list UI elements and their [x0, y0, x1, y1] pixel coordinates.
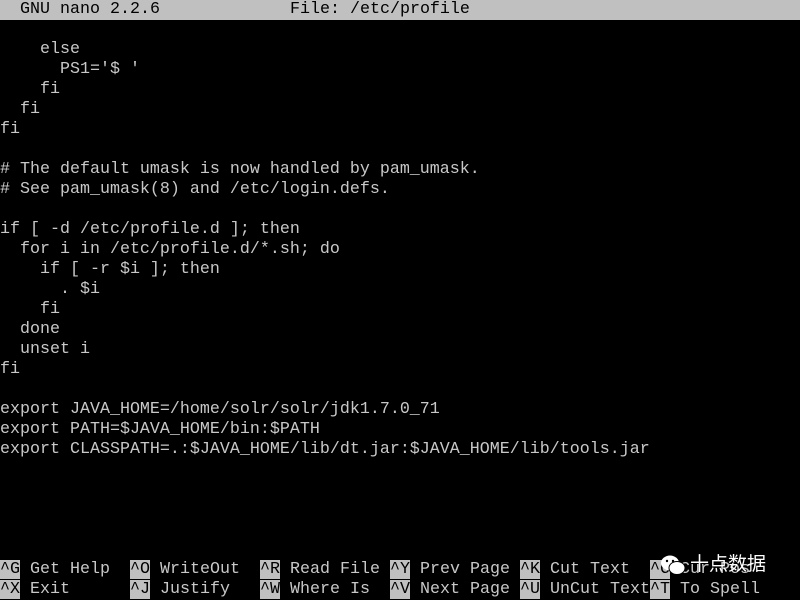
shortcut-next-page[interactable]: ^V Next Page	[390, 580, 510, 600]
shortcut-label: UnCut Text	[550, 580, 650, 599]
editor-line[interactable]: else	[0, 40, 800, 60]
shortcut-label: Where Is	[290, 580, 370, 599]
shortcut-key: ^R	[260, 560, 280, 579]
shortcut-key: ^Y	[390, 560, 410, 579]
editor-line[interactable]: unset i	[0, 340, 800, 360]
editor-line[interactable]: fi	[0, 300, 800, 320]
editor-line[interactable]: PS1='$ '	[0, 60, 800, 80]
shortcut-key: ^G	[0, 560, 20, 579]
shortcut-label: Justify	[160, 580, 230, 599]
editor-line[interactable]: fi	[0, 120, 800, 140]
editor-line[interactable]: fi	[0, 100, 800, 120]
shortcut-justify[interactable]: ^J Justify	[130, 580, 230, 600]
editor-line[interactable]: # See pam_umask(8) and /etc/login.defs.	[0, 180, 800, 200]
editor-line[interactable]: fi	[0, 360, 800, 380]
shortcut-key: ^X	[0, 580, 20, 599]
shortcut-key: ^V	[390, 580, 410, 599]
shortcut-writeout[interactable]: ^O WriteOut	[130, 560, 240, 580]
shortcut-label: Next Page	[420, 580, 510, 599]
shortcut-label: Cut Text	[550, 560, 630, 579]
editor-area[interactable]: else PS1='$ ' fi fi fi # The default umask…	[0, 40, 800, 460]
editor-line[interactable]: export PATH=$JAVA_HOME/bin:$PATH	[0, 420, 800, 440]
shortcut-to-spell[interactable]: ^T To Spell	[650, 580, 760, 600]
editor-line[interactable]: if [ -d /etc/profile.d ]; then	[0, 220, 800, 240]
shortcut-cut-text[interactable]: ^K Cut Text	[520, 560, 630, 580]
file-name: File: /etc/profile	[290, 0, 470, 19]
shortcut-label: WriteOut	[160, 560, 240, 579]
editor-line[interactable]	[0, 140, 800, 160]
editor-line[interactable]: # The default umask is now handled by pa…	[0, 160, 800, 180]
shortcut-key: ^J	[130, 580, 150, 599]
shortcut-label: Get Help	[30, 560, 110, 579]
shortcut-exit[interactable]: ^X Exit	[0, 580, 70, 600]
watermark-text: 十点数据	[690, 553, 767, 575]
editor-line[interactable]: fi	[0, 80, 800, 100]
shortcut-label: Exit	[30, 580, 70, 599]
wechat-icon	[661, 555, 686, 575]
shortcut-uncut-text[interactable]: ^U UnCut Text	[520, 580, 650, 600]
shortcut-key: ^O	[130, 560, 150, 579]
shortcut-key: ^T	[650, 580, 670, 599]
shortcut-key: ^W	[260, 580, 280, 599]
app-version: GNU nano 2.2.6	[20, 0, 160, 19]
shortcut-label: To Spell	[680, 580, 760, 599]
shortcut-prev-page[interactable]: ^Y Prev Page	[390, 560, 510, 580]
editor-line[interactable]: export JAVA_HOME=/home/solr/solr/jdk1.7.…	[0, 400, 800, 420]
shortcut-get-help[interactable]: ^G Get Help	[0, 560, 110, 580]
watermark: 十点数据	[660, 552, 766, 576]
editor-line[interactable]: export CLASSPATH=.:$JAVA_HOME/lib/dt.jar…	[0, 440, 800, 460]
editor-line[interactable]: done	[0, 320, 800, 340]
shortcut-label: Prev Page	[420, 560, 510, 579]
editor-line[interactable]	[0, 200, 800, 220]
editor-line[interactable]: . $i	[0, 280, 800, 300]
shortcut-label: Read File	[290, 560, 380, 579]
shortcut-read-file[interactable]: ^R Read File	[260, 560, 380, 580]
shortcut-key: ^U	[520, 580, 540, 599]
title-bar: GNU nano 2.2.6 File: /etc/profile	[0, 0, 800, 20]
editor-line[interactable]: for i in /etc/profile.d/*.sh; do	[0, 240, 800, 260]
editor-line[interactable]	[0, 380, 800, 400]
editor-line[interactable]: if [ -r $i ]; then	[0, 260, 800, 280]
shortcut-where-is[interactable]: ^W Where Is	[260, 580, 370, 600]
shortcut-key: ^K	[520, 560, 540, 579]
